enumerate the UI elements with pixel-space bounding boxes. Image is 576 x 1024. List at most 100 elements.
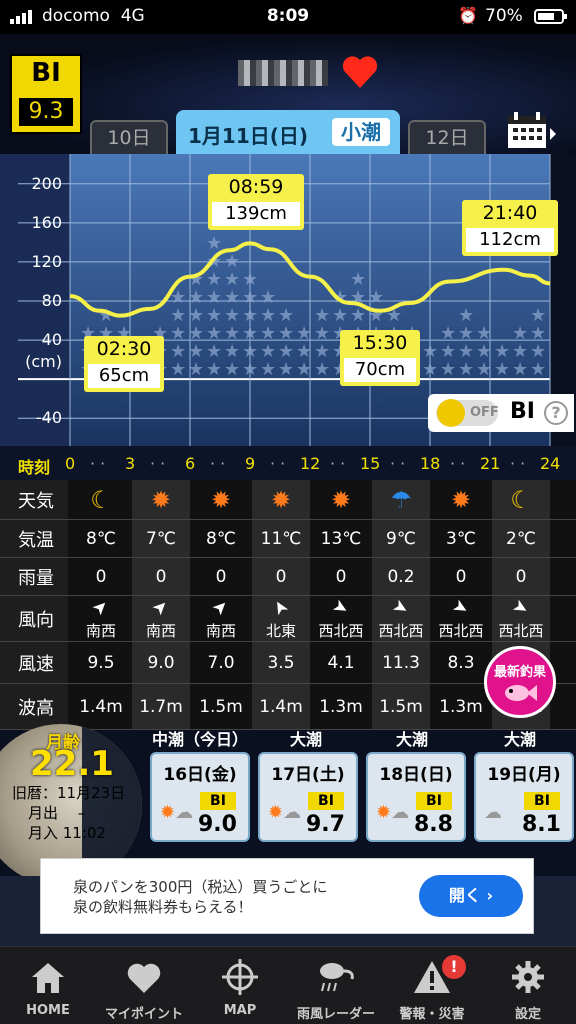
table-cell: ➤ 西北西 xyxy=(492,594,550,641)
bi-star-mark: ★ xyxy=(296,323,312,344)
help-icon[interactable]: ? xyxy=(544,401,568,425)
calendar-icon[interactable] xyxy=(506,110,558,150)
bi-star-mark: ★ xyxy=(260,287,276,308)
bi-star-mark: ★ xyxy=(242,269,258,290)
bi-score-badge[interactable]: BI 9.3 xyxy=(10,54,82,134)
cloud-icon: ☁ xyxy=(484,802,502,823)
table-row: 気温 8℃ 7℃ 8℃ 11℃ 13℃ 9℃ 3℃ 2℃ xyxy=(0,520,576,558)
table-cell: ☾ xyxy=(72,480,130,519)
bi-star-mark: ★ xyxy=(260,305,276,326)
ad-open-button[interactable]: 開く › xyxy=(419,875,523,917)
bi-star-mark: ★ xyxy=(224,323,240,344)
bi-star-mark: ★ xyxy=(170,305,186,326)
bi-star-mark: ★ xyxy=(350,269,366,290)
table-cell: ✹ xyxy=(132,480,190,519)
table-cell: 0 xyxy=(132,558,190,595)
table-cell: 0 xyxy=(215,566,227,587)
moon-age-value: 22.1 xyxy=(30,744,114,784)
bi-star-mark: ★ xyxy=(224,251,240,272)
nav-home0[interactable]: HOME xyxy=(0,947,96,1024)
bi-star-mark: ★ xyxy=(224,341,240,362)
tide-height: 70cm xyxy=(344,358,416,382)
bi-star-mark: ★ xyxy=(476,323,492,344)
bi-star-mark: ★ xyxy=(206,305,222,326)
nav-map2[interactable]: MAP xyxy=(192,947,288,1024)
tide-annotation: 15:30 70cm xyxy=(340,330,420,386)
time-tick: 3 xyxy=(125,454,136,473)
current-date: 1月11日(日) xyxy=(188,124,309,148)
bi-star-mark: ★ xyxy=(458,323,474,344)
forecast-card[interactable]: 17日(土) ✹☁ BI 9.7 xyxy=(258,752,358,842)
bi-star-mark: ★ xyxy=(224,305,240,326)
new-catch-button[interactable]: 最新釣果 xyxy=(484,646,556,718)
row-header: 波高 xyxy=(0,684,68,729)
table-cell: ➤ 西北西 xyxy=(312,594,370,641)
forecast-card[interactable]: 16日(金) ✹☁ BI 9.0 xyxy=(150,752,250,842)
ad-banner[interactable]: 泉のパンを300円（税込）買うごとに 泉の飲料無料券もらえる！ 開く › xyxy=(40,858,534,934)
bi-star-mark: ★ xyxy=(368,287,384,308)
bi-value: 9.7 xyxy=(306,812,345,837)
time-tick: 21 xyxy=(480,454,501,473)
nav-label: マイポイント xyxy=(104,1007,183,1022)
table-cell: ➤ 西北西 xyxy=(432,594,490,641)
wind-direction-arrow-icon: ➤ xyxy=(88,594,114,620)
bi-star-mark: ★ xyxy=(242,323,258,344)
nav--1[interactable]: マイポイント xyxy=(96,947,192,1024)
bi-star-mark: ★ xyxy=(296,359,312,380)
bi-star-mark: ★ xyxy=(242,305,258,326)
table-cell: 11℃ xyxy=(252,520,310,557)
bi-star-mark: ★ xyxy=(512,341,528,362)
table-cell: 8℃ xyxy=(86,528,116,549)
table-cell: ✹ xyxy=(432,480,490,519)
crosshair-icon xyxy=(222,959,258,995)
sun-icon: ✹ xyxy=(210,485,232,514)
umbrella-icon: ☂ xyxy=(390,485,412,514)
next-day-tab[interactable]: 12日 xyxy=(408,120,486,154)
nav--5[interactable]: 設定 xyxy=(480,947,576,1024)
forecast-card[interactable]: 19日(月) ☁ BI 8.1 xyxy=(474,752,574,842)
time-tick: 0 xyxy=(65,454,76,473)
bi-star-mark: ★ xyxy=(530,359,546,380)
table-cell: 1.7m xyxy=(132,684,190,729)
bi-toggle[interactable]: OFF BI ? xyxy=(428,394,574,432)
favorite-heart-icon[interactable] xyxy=(340,52,380,92)
bi-star-mark: ★ xyxy=(224,269,240,290)
forecast-card[interactable]: 18日(日) ✹☁ BI 8.8 xyxy=(366,752,466,842)
bi-star-mark: ★ xyxy=(224,287,240,308)
forecast-tide-label: 大潮 xyxy=(504,730,537,749)
wind-direction-arrow-icon: ➤ xyxy=(148,594,174,620)
table-cell: 11.3 xyxy=(372,642,430,683)
wind-direction: 南西 xyxy=(205,621,236,640)
bi-label: BI xyxy=(200,792,236,810)
table-cell: 0 xyxy=(492,558,550,595)
time-dots: · · xyxy=(90,454,106,473)
nav--3[interactable]: 雨風レーダー xyxy=(288,947,384,1024)
bi-star-mark: ★ xyxy=(260,359,276,380)
prev-day-tab[interactable]: 10日 xyxy=(90,120,168,154)
y-tick-label: 40 xyxy=(41,330,62,350)
table-cell: ☂ xyxy=(372,480,430,519)
sun-cloud-icon: ✹☁ xyxy=(268,802,302,823)
table-cell: ✹ xyxy=(252,480,310,519)
nav--4[interactable]: 警報・災害! xyxy=(384,947,480,1024)
wind-direction: 西北西 xyxy=(438,621,484,640)
row-header: 風向 xyxy=(0,596,68,641)
bi-star-mark: ★ xyxy=(422,359,438,380)
table-cell: 9℃ xyxy=(372,520,430,557)
bi-star-mark: ★ xyxy=(458,359,474,380)
bottom-nav: HOME マイポイント MAP 雨風レーダー 警報・災害! 設定 xyxy=(0,946,576,1024)
y-tick-label: 160 xyxy=(31,212,62,232)
bi-star-mark: ★ xyxy=(206,359,222,380)
time-dots: · · xyxy=(390,454,406,473)
sun-cloud-icon: ✹☁ xyxy=(160,802,194,823)
bi-star-mark: ★ xyxy=(170,341,186,362)
wind-direction: 西北西 xyxy=(318,621,364,640)
time-dots: · · xyxy=(330,454,346,473)
wind-direction-arrow-icon: ➤ xyxy=(329,594,353,620)
table-cell: 9.0 xyxy=(132,642,190,683)
table-cell: 0 xyxy=(455,566,467,587)
time-tick: 9 xyxy=(245,454,256,473)
table-cell: ➤ 西北西 xyxy=(372,594,430,641)
bi-star-mark: ★ xyxy=(314,359,330,380)
bi-star-mark: ★ xyxy=(476,341,492,362)
